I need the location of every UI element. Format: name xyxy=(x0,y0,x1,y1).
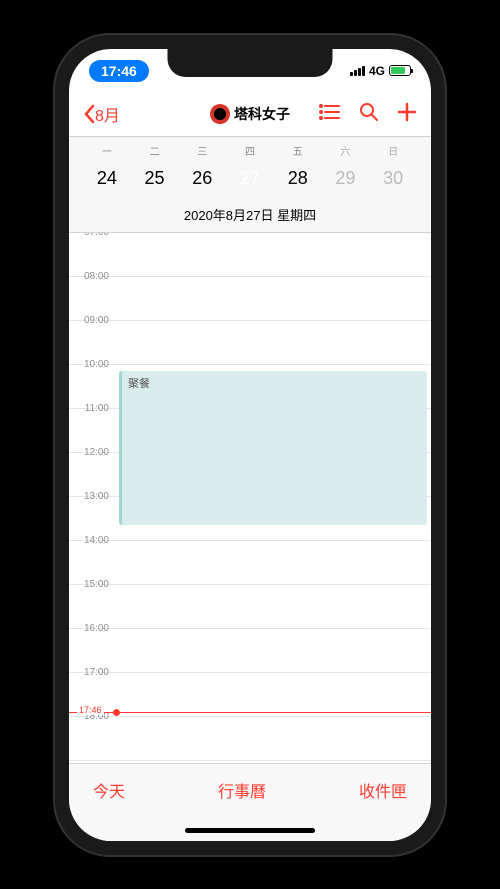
nav-title-text: 塔科女子 xyxy=(234,104,290,124)
event-block[interactable]: 聚餐 xyxy=(119,371,427,525)
selected-date-label: 2020年8月27日 星期四 xyxy=(69,201,431,233)
hour-15: 15:00 xyxy=(69,579,115,622)
app-avatar-icon xyxy=(210,104,230,124)
hour-12: 12:00 xyxy=(69,447,115,490)
date-24[interactable]: 24 xyxy=(83,164,131,193)
search-button[interactable] xyxy=(359,102,379,127)
battery-icon xyxy=(389,65,411,76)
weekday-thu: 四 xyxy=(226,143,274,158)
nav-title: 塔科女子 xyxy=(210,104,290,124)
today-button[interactable]: 今天 xyxy=(93,778,125,802)
hour-08: 08:00 xyxy=(69,271,115,314)
hour-10: 10:00 xyxy=(69,359,115,402)
hour-14: 14:00 xyxy=(69,535,115,578)
search-icon xyxy=(359,102,379,122)
weekday-sat: 六 xyxy=(322,143,370,158)
inbox-button[interactable]: 收件匣 xyxy=(359,778,407,802)
day-timeline[interactable]: 07:00 08:00 09:00 10:00 11:00 12:00 13:0… xyxy=(69,233,431,763)
hour-11: 11:00 xyxy=(69,403,115,446)
weekday-wed: 三 xyxy=(178,143,226,158)
hour-17: 17:00 xyxy=(69,667,115,710)
event-title: 聚餐 xyxy=(128,378,150,390)
weekday-tue: 二 xyxy=(131,143,179,158)
hour-18: 18:00 xyxy=(69,711,115,754)
navigation-bar: 8月 塔科女子 xyxy=(69,93,431,137)
add-event-button[interactable] xyxy=(397,102,417,127)
hour-13: 13:00 xyxy=(69,491,115,534)
weekday-mon: 一 xyxy=(83,143,131,158)
date-29[interactable]: 29 xyxy=(322,164,370,193)
carrier-label: 4G xyxy=(369,64,385,78)
current-time-indicator: 17:46 xyxy=(69,712,431,713)
back-button[interactable]: 8月 xyxy=(83,102,120,126)
date-28[interactable]: 28 xyxy=(274,164,322,193)
list-icon xyxy=(319,103,341,121)
date-25[interactable]: 25 xyxy=(131,164,179,193)
weekday-row: 一 二 三 四 五 六 日 xyxy=(69,137,431,160)
device-notch xyxy=(168,49,333,77)
weekday-fri: 五 xyxy=(274,143,322,158)
bottom-toolbar: 今天 行事曆 收件匣 xyxy=(69,763,431,841)
hour-16: 16:00 xyxy=(69,623,115,666)
date-26[interactable]: 26 xyxy=(178,164,226,193)
date-27-selected[interactable]: 27 xyxy=(226,164,274,193)
chevron-left-icon xyxy=(83,104,95,124)
signal-icon xyxy=(350,66,365,76)
plus-icon xyxy=(397,102,417,122)
date-30[interactable]: 30 xyxy=(369,164,417,193)
hour-09: 09:00 xyxy=(69,315,115,358)
back-label: 8月 xyxy=(95,102,120,126)
status-time-pill: 17:46 xyxy=(89,60,149,82)
weekday-sun: 日 xyxy=(369,143,417,158)
home-indicator[interactable] xyxy=(185,828,315,833)
calendars-button[interactable]: 行事曆 xyxy=(218,778,266,802)
hour-07: 07:00 xyxy=(69,233,115,270)
current-time-label: 17:46 xyxy=(77,705,104,715)
list-view-button[interactable] xyxy=(319,103,341,126)
date-row: 24 25 26 27 28 29 30 xyxy=(69,160,431,201)
phone-device-frame: 17:46 4G 8月 塔科女子 xyxy=(55,35,445,855)
